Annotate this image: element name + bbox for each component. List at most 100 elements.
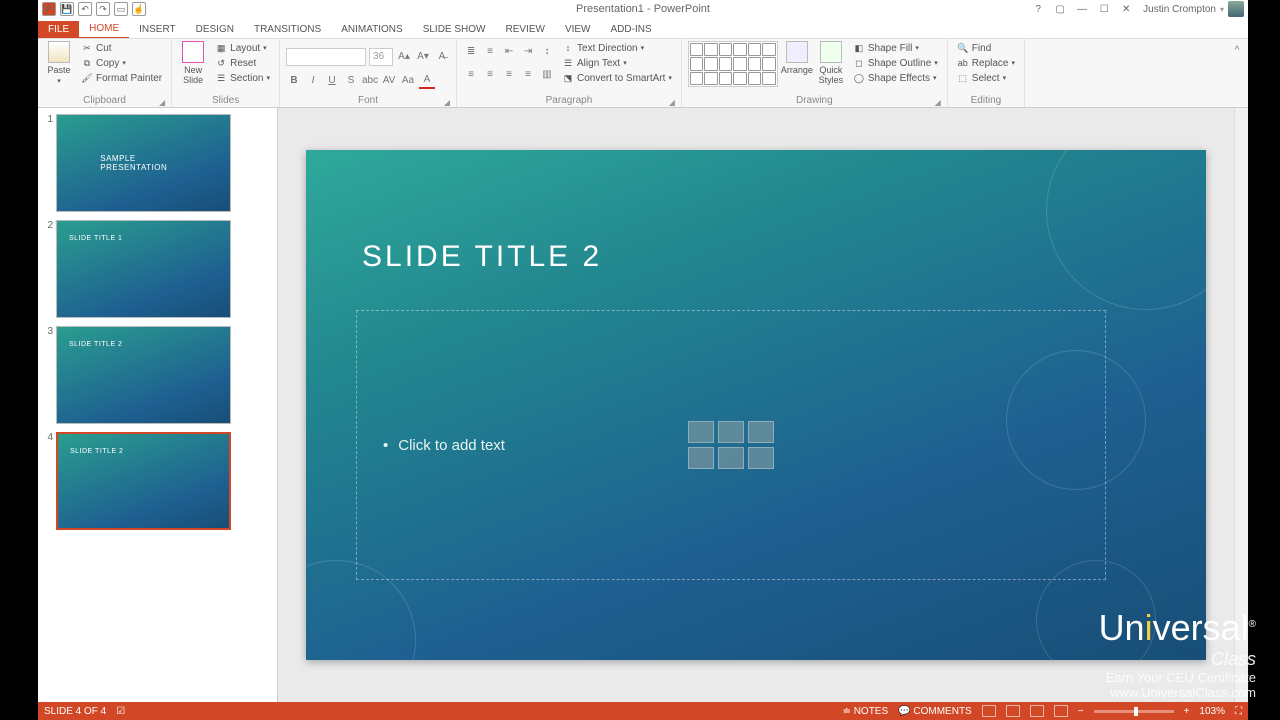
- minimize-icon[interactable]: —: [1073, 2, 1091, 16]
- columns-button[interactable]: ▥: [539, 66, 555, 82]
- section-button[interactable]: ☰Section▾: [212, 71, 273, 85]
- spellcheck-icon[interactable]: ☑: [116, 706, 125, 717]
- user-avatar[interactable]: [1228, 1, 1244, 17]
- shape-effects-button[interactable]: ◯Shape Effects▾: [850, 71, 941, 85]
- tab-view[interactable]: VIEW: [555, 21, 601, 38]
- insert-video-icon[interactable]: [748, 447, 774, 469]
- bullets-button[interactable]: ≣: [463, 43, 479, 59]
- replace-button[interactable]: abReplace▾: [954, 56, 1018, 70]
- vertical-scrollbar[interactable]: [1234, 108, 1248, 702]
- paste-button[interactable]: Paste ▾: [44, 41, 74, 85]
- zoom-level[interactable]: 103%: [1199, 706, 1225, 717]
- slide-editor[interactable]: SLIDE TITLE 2 Click to add text: [278, 108, 1234, 702]
- shape-outline-button[interactable]: ◻Shape Outline▾: [850, 56, 941, 70]
- zoom-slider[interactable]: [1094, 710, 1174, 713]
- fit-to-window-icon[interactable]: ⛶: [1235, 706, 1242, 717]
- insert-chart-icon[interactable]: [718, 421, 744, 443]
- find-button[interactable]: 🔍Find: [954, 41, 1018, 55]
- tab-home[interactable]: HOME: [79, 20, 129, 38]
- layout-button[interactable]: ▦Layout▾: [212, 41, 273, 55]
- increase-indent-button[interactable]: ⇥: [520, 43, 536, 59]
- align-center-button[interactable]: ≡: [482, 66, 498, 82]
- select-button[interactable]: ⬚Select▾: [954, 71, 1018, 85]
- slideshow-view-icon[interactable]: [1054, 705, 1068, 717]
- align-right-button[interactable]: ≡: [501, 66, 517, 82]
- shadow-button[interactable]: abc: [362, 73, 378, 89]
- content-placeholder[interactable]: Click to add text: [356, 310, 1106, 580]
- numbering-button[interactable]: ≡: [482, 43, 498, 59]
- touch-mode-icon[interactable]: ☝: [132, 2, 146, 16]
- tab-insert[interactable]: INSERT: [129, 21, 186, 38]
- normal-view-icon[interactable]: [982, 705, 996, 717]
- comments-button[interactable]: 💬 COMMENTS: [898, 706, 972, 717]
- collapse-ribbon-icon[interactable]: ^: [1229, 42, 1245, 58]
- justify-button[interactable]: ≡: [520, 66, 536, 82]
- paragraph-launcher[interactable]: ◢: [669, 98, 675, 107]
- new-slide-button[interactable]: New Slide: [178, 41, 208, 85]
- line-spacing-button[interactable]: ↕: [539, 43, 555, 59]
- shapes-gallery[interactable]: [688, 41, 778, 87]
- insert-table-icon[interactable]: [688, 421, 714, 443]
- tab-file[interactable]: FILE: [38, 21, 79, 38]
- zoom-out-icon[interactable]: −: [1078, 706, 1084, 717]
- italic-button[interactable]: I: [305, 73, 321, 89]
- notes-button[interactable]: ≐ NOTES: [843, 706, 889, 717]
- tab-addins[interactable]: ADD-INS: [601, 21, 662, 38]
- font-family-combo[interactable]: [286, 48, 366, 66]
- insert-online-picture-icon[interactable]: [718, 447, 744, 469]
- convert-smartart-button[interactable]: ⬔Convert to SmartArt▾: [559, 71, 675, 85]
- save-icon[interactable]: 💾: [60, 2, 74, 16]
- zoom-in-icon[interactable]: +: [1184, 706, 1190, 717]
- slide-thumb-1[interactable]: SAMPLE PRESENTATION: [56, 114, 231, 212]
- close-icon[interactable]: ✕: [1117, 2, 1135, 16]
- slide-title-placeholder[interactable]: SLIDE TITLE 2: [362, 240, 602, 274]
- start-from-beginning-icon[interactable]: ▭: [114, 2, 128, 16]
- grow-font-icon[interactable]: A▴: [396, 49, 412, 65]
- insert-smartart-icon[interactable]: [748, 421, 774, 443]
- text-direction-button[interactable]: ↕Text Direction▾: [559, 41, 675, 55]
- sorter-view-icon[interactable]: [1006, 705, 1020, 717]
- maximize-icon[interactable]: ☐: [1095, 2, 1113, 16]
- tab-slideshow[interactable]: SLIDE SHOW: [413, 21, 496, 38]
- tab-transitions[interactable]: TRANSITIONS: [244, 21, 331, 38]
- tab-design[interactable]: DESIGN: [186, 21, 244, 38]
- underline-button[interactable]: U: [324, 73, 340, 89]
- ribbon-options-icon[interactable]: ▢: [1051, 2, 1069, 16]
- clear-format-icon[interactable]: A̶: [434, 49, 450, 65]
- placeholder-text[interactable]: Click to add text: [383, 437, 505, 454]
- reset-button[interactable]: ↺Reset: [212, 56, 273, 70]
- slide-thumb-4[interactable]: SLIDE TITLE 2: [56, 432, 231, 530]
- copy-button[interactable]: ⧉Copy▾: [78, 56, 165, 70]
- align-text-button[interactable]: ☰Align Text▾: [559, 56, 675, 70]
- font-color-button[interactable]: A: [419, 73, 435, 89]
- shape-fill-button[interactable]: ◧Shape Fill▾: [850, 41, 941, 55]
- slide-thumb-2[interactable]: SLIDE TITLE 1: [56, 220, 231, 318]
- char-spacing-button[interactable]: AV: [381, 73, 397, 89]
- insert-picture-icon[interactable]: [688, 447, 714, 469]
- quick-styles-button[interactable]: Quick Styles: [816, 41, 846, 85]
- font-launcher[interactable]: ◢: [444, 98, 450, 107]
- strike-button[interactable]: S: [343, 73, 359, 89]
- help-icon[interactable]: ?: [1029, 2, 1047, 16]
- shrink-font-icon[interactable]: A▾: [415, 49, 431, 65]
- clipboard-launcher[interactable]: ◢: [159, 98, 165, 107]
- arrange-button[interactable]: Arrange: [782, 41, 812, 75]
- tab-animations[interactable]: ANIMATIONS: [331, 21, 412, 38]
- tab-review[interactable]: REVIEW: [495, 21, 554, 38]
- decrease-indent-button[interactable]: ⇤: [501, 43, 517, 59]
- undo-icon[interactable]: ↶: [78, 2, 92, 16]
- slide-counter[interactable]: SLIDE 4 OF 4: [44, 706, 106, 717]
- drawing-launcher[interactable]: ◢: [935, 98, 941, 107]
- bold-button[interactable]: B: [286, 73, 302, 89]
- align-left-button[interactable]: ≡: [463, 66, 479, 82]
- reading-view-icon[interactable]: [1030, 705, 1044, 717]
- user-name[interactable]: Justin Crompton: [1143, 4, 1216, 15]
- cut-button[interactable]: ✂Cut: [78, 41, 165, 55]
- redo-icon[interactable]: ↷: [96, 2, 110, 16]
- current-slide[interactable]: SLIDE TITLE 2 Click to add text: [306, 150, 1206, 660]
- font-size-combo[interactable]: 36: [369, 48, 393, 66]
- change-case-button[interactable]: Aa: [400, 73, 416, 89]
- slide-thumbnail-panel[interactable]: 1SAMPLE PRESENTATION 2SLIDE TITLE 1 3SLI…: [38, 108, 278, 702]
- slide-thumb-3[interactable]: SLIDE TITLE 2: [56, 326, 231, 424]
- format-painter-button[interactable]: 🖌Format Painter: [78, 71, 165, 85]
